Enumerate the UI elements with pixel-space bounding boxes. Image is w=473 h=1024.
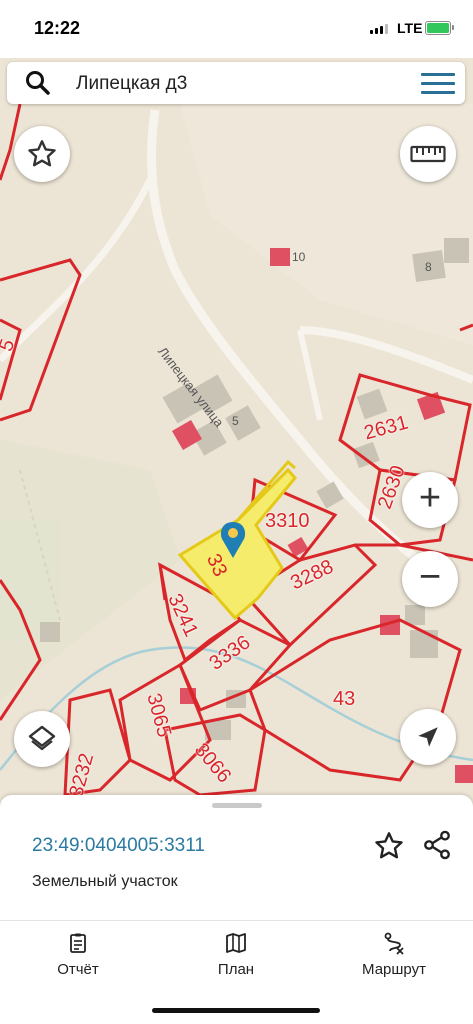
layers-icon [28, 725, 56, 751]
ruler-button[interactable] [400, 126, 456, 182]
search-icon[interactable] [25, 70, 51, 96]
favorite-star-icon[interactable] [373, 830, 405, 862]
report-icon [70, 933, 86, 953]
object-type: Земельный участок [32, 873, 178, 890]
tab-report[interactable]: Отчёт [18, 931, 138, 978]
locate-button[interactable] [400, 709, 456, 765]
parcel-label-43: 43 [333, 688, 356, 710]
tab-plan[interactable]: План [176, 931, 296, 978]
favorite-button[interactable] [14, 126, 70, 182]
route-icon [384, 932, 404, 955]
menu-icon[interactable] [421, 73, 455, 95]
tab-route-label: Маршрут [362, 961, 426, 978]
house-number-10: 10 [292, 250, 306, 264]
sheet-handle[interactable] [212, 803, 262, 808]
house-number-8: 8 [425, 260, 432, 274]
map-canvas[interactable] [0, 104, 473, 804]
share-icon[interactable] [421, 828, 453, 862]
search-input[interactable]: Липецкая д3 [76, 73, 187, 95]
signal-icon [370, 24, 388, 34]
location-arrow-icon [418, 727, 438, 747]
status-time: 12:22 [34, 18, 81, 38]
plus-icon: + [418, 477, 442, 519]
house-number-5: 5 [232, 414, 239, 428]
search-bar[interactable]: Липецкая д3 [7, 62, 465, 104]
ruler-icon [410, 145, 446, 163]
tab-plan-label: План [217, 961, 255, 978]
layers-button[interactable] [14, 711, 70, 767]
battery-icon [425, 21, 451, 35]
battery-tip [452, 25, 454, 30]
status-bar: 12:22 LTE [0, 0, 473, 58]
tab-report-label: Отчёт [57, 961, 99, 978]
zoom-in-button[interactable]: + [402, 472, 458, 528]
info-sheet[interactable]: 23:49:0404005:3311 Земельный участок Отч… [0, 795, 473, 1024]
tab-route[interactable]: Маршрут [334, 931, 454, 978]
minus-icon: − [418, 556, 442, 598]
sheet-divider [0, 920, 473, 921]
parcel-label-3310: 3310 [265, 510, 310, 532]
network-type: LTE [397, 20, 423, 36]
cadastral-number[interactable]: 23:49:0404005:3311 [32, 835, 205, 857]
star-icon [28, 140, 56, 167]
home-indicator[interactable] [152, 1008, 320, 1013]
zoom-out-button[interactable]: − [402, 551, 458, 607]
map-view[interactable]: Липецкая улица 10 8 5 2631 2630 3310 328… [0, 104, 473, 804]
map-plan-icon [226, 933, 246, 953]
